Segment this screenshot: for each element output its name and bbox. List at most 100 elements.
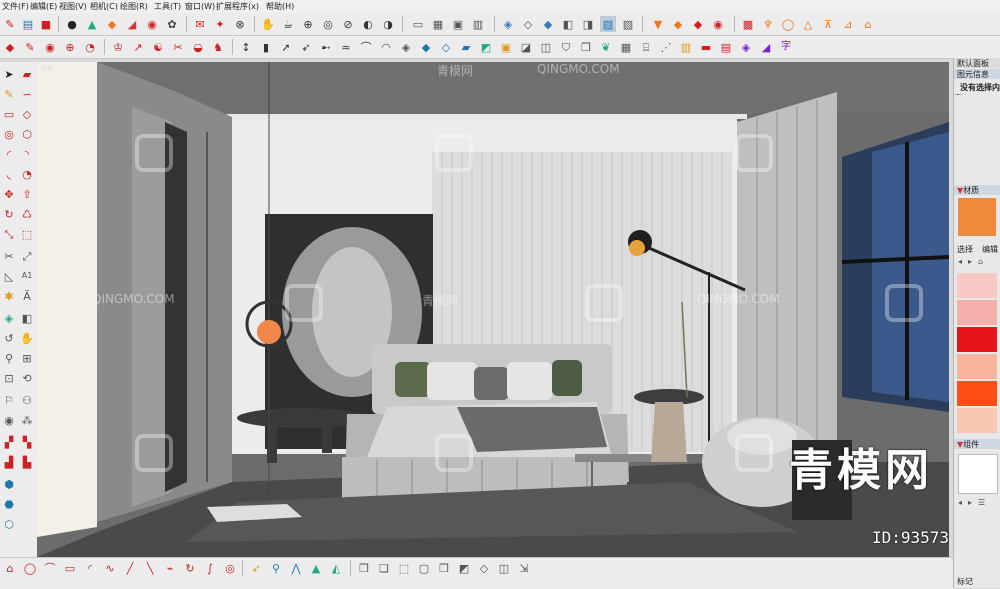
menu-view[interactable]: 视图(V) [59, 1, 87, 12]
section-icon[interactable]: ▦ [430, 16, 446, 32]
cube-icon[interactable]: ❒ [578, 39, 594, 55]
pie-icon[interactable]: ◔ [19, 166, 35, 182]
back-view-icon[interactable]: ◆ [540, 16, 556, 32]
material-swatch[interactable] [957, 408, 997, 433]
material-cube-icon[interactable]: ◈ [738, 39, 754, 55]
section-plane-icon[interactable]: ◧ [19, 310, 35, 326]
paste-group-icon[interactable]: ❏ [376, 560, 392, 576]
dimension-tool-icon[interactable]: ⤢ [19, 248, 35, 264]
3dtext-icon[interactable]: ◒ [190, 39, 206, 55]
shaded-icon[interactable]: ▼ [650, 16, 666, 32]
line-icon[interactable]: ╱ [122, 560, 138, 576]
tape-bottom-icon[interactable]: ◫ [496, 560, 512, 576]
push-pull-icon[interactable]: ▮ [258, 39, 274, 55]
tab-select[interactable]: 选择 [957, 244, 973, 255]
arc-bottom-icon[interactable]: ◜ [82, 560, 98, 576]
bird-icon[interactable]: ➶ [248, 560, 264, 576]
copy-icon[interactable]: ▲ [84, 16, 100, 32]
rotated-rectangle-icon[interactable]: ◇ [19, 106, 35, 122]
cut-icon[interactable]: ● [64, 16, 80, 32]
menu-extensions[interactable]: 扩展程序(x) [216, 1, 259, 12]
monochrome-icon[interactable]: ◆ [690, 16, 706, 32]
paste-icon[interactable]: ◆ [104, 16, 120, 32]
target-icon[interactable]: ◎ [222, 560, 238, 576]
mail-icon[interactable]: ✦ [212, 16, 228, 32]
menu-edit[interactable]: 编辑(E) [30, 1, 57, 12]
previous-view-icon[interactable]: ⟲ [19, 370, 35, 386]
material-swatch[interactable] [957, 327, 997, 352]
drape-icon[interactable]: ▙ [19, 454, 35, 470]
share-model-icon[interactable]: ⬡ [1, 516, 17, 532]
rect-tool-icon[interactable]: ▭ [62, 560, 78, 576]
leaf-icon[interactable]: ❦ [598, 39, 614, 55]
push-pull-tool-icon[interactable]: ⇧ [19, 186, 35, 202]
union-icon[interactable]: ▰ [458, 39, 474, 55]
material-swatch[interactable] [957, 381, 997, 406]
look-icon[interactable]: ▭ [410, 16, 426, 32]
text-tool-icon[interactable]: A1 [19, 268, 35, 284]
ring-icon[interactable]: ◯ [780, 16, 796, 32]
material-swatch[interactable] [957, 273, 997, 298]
zoom-window-icon[interactable]: ◎ [320, 16, 336, 32]
copy-group-icon[interactable]: ❐ [356, 560, 372, 576]
home-icon[interactable]: ⌂ [978, 257, 983, 266]
paint-bucket-tool-icon[interactable]: ◈ [1, 310, 17, 326]
current-material-swatch[interactable] [958, 198, 996, 236]
menu-draw[interactable]: 绘图(R) [120, 1, 148, 12]
print-icon[interactable]: ✉ [192, 16, 208, 32]
compass-icon[interactable]: ⊼ [820, 16, 836, 32]
protractor-icon[interactable]: ♔ [110, 39, 126, 55]
curve-tool-icon[interactable]: ⌒ [42, 560, 58, 576]
two-point-arc-icon[interactable]: ◝ [19, 146, 35, 162]
folder-icon[interactable]: ▥ [678, 39, 694, 55]
3d-text-tool-icon[interactable]: 字 [778, 39, 794, 55]
forward-arrow-icon[interactable]: ▸ [968, 257, 972, 266]
walk-tool-icon[interactable]: ⚇ [19, 392, 35, 408]
trophy-icon[interactable]: ♆ [760, 16, 776, 32]
layers-icon[interactable]: ▤ [20, 16, 36, 32]
xray-icon[interactable]: ◨ [580, 16, 596, 32]
outer-shell-icon[interactable]: ◫ [538, 39, 554, 55]
arc-icon[interactable]: ⌒ [358, 39, 374, 55]
components-header[interactable]: ▼组件 [954, 439, 1000, 449]
right-view-icon[interactable]: ◇ [520, 16, 536, 32]
component-preview[interactable] [958, 454, 998, 494]
pencil-icon[interactable]: ✎ [1, 86, 17, 102]
select-arrow-icon[interactable]: ➤ [1, 66, 17, 82]
house-icon[interactable]: ⌂ [2, 560, 18, 576]
scale-icon[interactable]: ◈ [398, 39, 414, 55]
brick-icon[interactable]: ▬ [698, 39, 714, 55]
frame-icon[interactable]: ⬚ [396, 560, 412, 576]
forward-arrow-icon[interactable]: ▸ [968, 498, 972, 507]
texture-icon[interactable]: ◆ [670, 16, 686, 32]
offset-icon[interactable]: ➶ [298, 39, 314, 55]
follow-me-icon[interactable]: ➚ [278, 39, 294, 55]
rectangle-icon[interactable]: ▭ [1, 106, 17, 122]
move-icon[interactable]: ✥ [1, 186, 17, 202]
grid-mesh-icon[interactable]: ▦ [618, 39, 634, 55]
tab-edit[interactable]: 编辑 [982, 244, 998, 255]
paint-bucket-icon[interactable]: ◢ [758, 39, 774, 55]
position-camera-icon[interactable]: ⚐ [1, 392, 17, 408]
subtract-icon[interactable]: ◩ [478, 39, 494, 55]
zoom-extents-icon[interactable]: ⊘ [340, 16, 356, 32]
zoom-tool-icon[interactable]: ⚲ [1, 350, 17, 366]
warehouse-icon[interactable]: ⬢ [1, 476, 17, 492]
dimension-icon[interactable]: ✂ [170, 39, 186, 55]
three-point-arc-icon[interactable]: ◟ [1, 166, 17, 182]
materials-header[interactable]: ▼材质 [954, 185, 1000, 195]
hill-icon[interactable]: ◭ [328, 560, 344, 576]
split-icon[interactable]: ◪ [518, 39, 534, 55]
pan-tool-icon[interactable]: ✋ [19, 330, 35, 346]
offset-tool-icon[interactable]: ⬚ [19, 226, 35, 242]
arc-tool-icon[interactable]: ◜ [1, 146, 17, 162]
bell-icon[interactable]: ⌂ [860, 16, 876, 32]
wireframe-icon[interactable]: ▨ [600, 16, 616, 32]
rotate-icon[interactable]: ◠ [378, 39, 394, 55]
dot-icon[interactable]: ⌁ [162, 560, 178, 576]
top-view-icon[interactable]: ▥ [470, 16, 486, 32]
wall-icon[interactable]: ▤ [718, 39, 734, 55]
solid-icon[interactable]: ◆ [418, 39, 434, 55]
orbit-tool-icon[interactable]: ↺ [1, 330, 17, 346]
axes-icon[interactable]: ☯ [150, 39, 166, 55]
